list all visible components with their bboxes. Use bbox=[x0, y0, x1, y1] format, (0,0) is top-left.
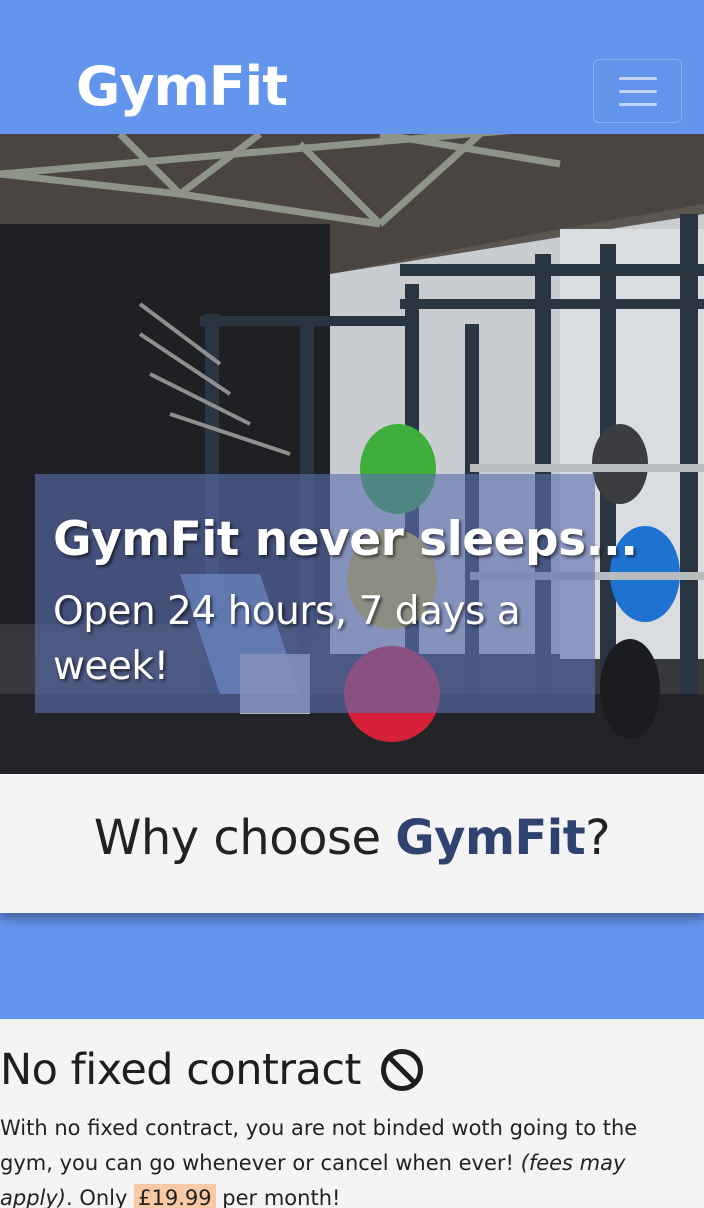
hero-title-brand: GymFit bbox=[53, 512, 239, 567]
hero-title-rest: never sleeps... bbox=[238, 512, 638, 567]
hero-subtitle: Open 24 hours, 7 days a week! bbox=[53, 589, 521, 689]
hero-caption: GymFit never sleeps... Open 24 hours, 7 … bbox=[35, 474, 638, 713]
feature-text: With no fixed contract, you are not bind… bbox=[0, 1111, 690, 1208]
feature-heading: No fixed contract bbox=[0, 1045, 424, 1095]
menu-toggle-button[interactable] bbox=[593, 59, 682, 123]
price-badge: £19.99 bbox=[134, 1184, 216, 1208]
feature-text-mid: . Only bbox=[65, 1186, 135, 1208]
why-brand: GymFit bbox=[395, 810, 586, 866]
hero-title: GymFit never sleeps... bbox=[53, 512, 638, 567]
brand-logo[interactable]: GymFit bbox=[76, 60, 288, 114]
color-band bbox=[0, 913, 704, 1019]
why-suffix: ? bbox=[585, 810, 611, 866]
ban-icon bbox=[381, 1048, 424, 1091]
why-choose-section: Why choose GymFit? bbox=[0, 774, 704, 913]
feature-text-end: per month! bbox=[215, 1186, 341, 1208]
why-choose-heading: Why choose GymFit? bbox=[0, 810, 704, 866]
feature-no-contract: No fixed contract With no fixed contract… bbox=[0, 1019, 704, 1208]
hero-section: GymFit never sleeps... Open 24 hours, 7 … bbox=[0, 134, 704, 774]
navbar: GymFit bbox=[0, 0, 704, 134]
hamburger-menu-icon bbox=[619, 77, 657, 106]
feature-heading-text: No fixed contract bbox=[0, 1045, 361, 1095]
why-prefix: Why choose bbox=[93, 810, 396, 866]
